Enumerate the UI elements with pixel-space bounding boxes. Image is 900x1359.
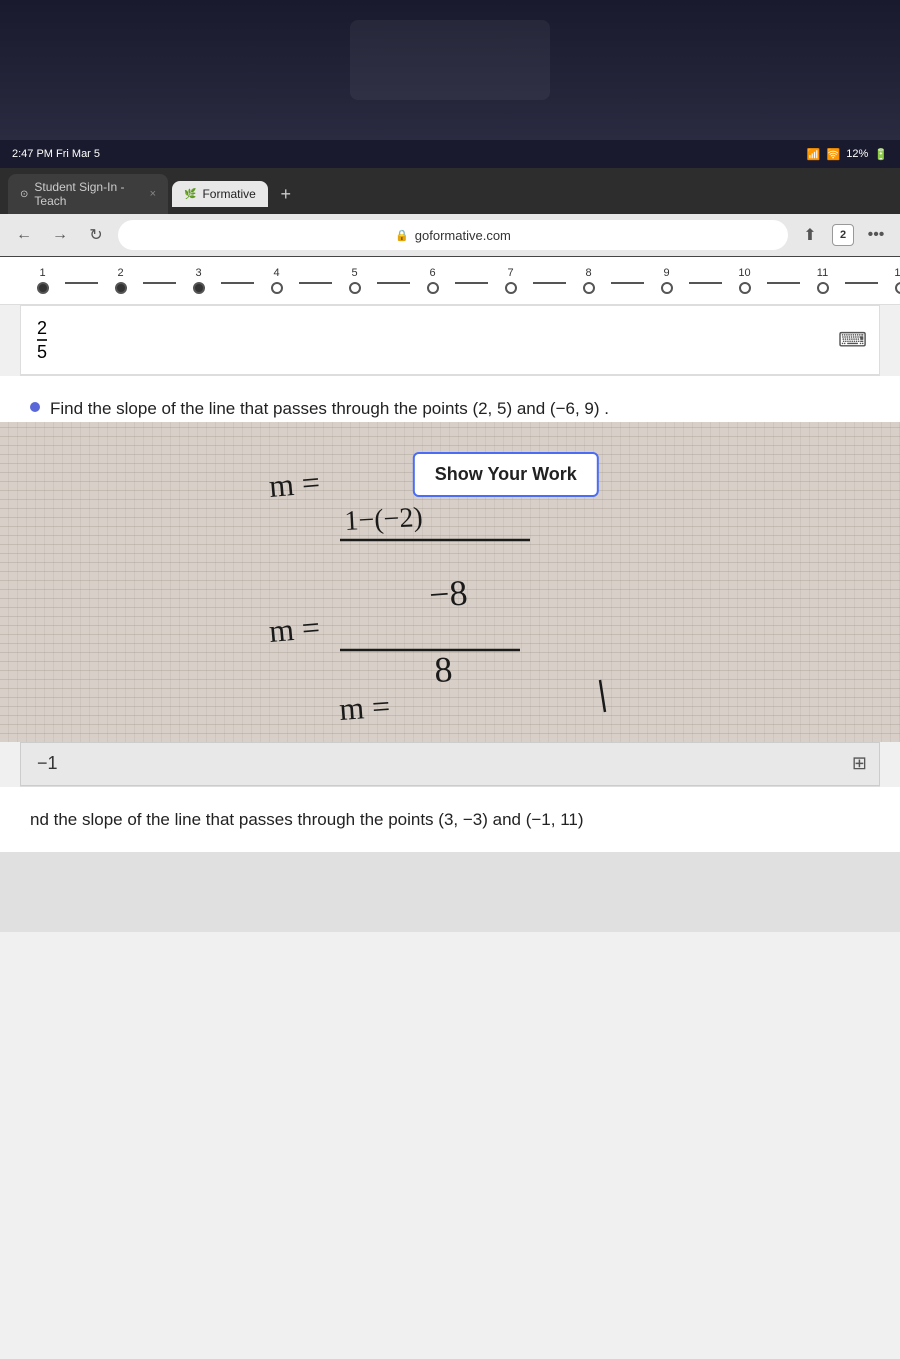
question-dot-3[interactable]: 3 — [176, 267, 221, 294]
tab1-label: Student Sign-In - Teach — [34, 180, 139, 208]
dot-num-1: 1 — [39, 267, 45, 279]
question-dot-10[interactable]: 10 — [722, 267, 767, 294]
battery-icon: 🔋 — [874, 148, 888, 161]
address-bar: ← → ↻ 🔒 goformative.com ⬆ 2 ••• — [0, 214, 900, 256]
battery-display: 12% — [846, 148, 868, 160]
dot-num-2: 2 — [117, 267, 123, 279]
question-dot-6[interactable]: 6 — [410, 267, 455, 294]
tab1-icon: ⊙ — [20, 189, 28, 200]
answer-value-1: −1 — [37, 753, 58, 774]
question-1-text: Find the slope of the line that passes t… — [50, 396, 609, 422]
question-dot-2[interactable]: 2 — [98, 267, 143, 294]
menu-button[interactable]: ••• — [862, 221, 890, 249]
answer-box-1[interactable]: −1 ⊞ — [20, 742, 880, 786]
question-1-bullet: Find the slope of the line that passes t… — [30, 396, 870, 422]
dot-line-2 — [221, 282, 254, 284]
dot-circle-7[interactable] — [505, 282, 517, 294]
question-dot-8[interactable]: 8 — [566, 267, 611, 294]
fraction-input-box[interactable]: 2 5 ⌨ — [20, 305, 880, 375]
dot-num-3: 3 — [195, 267, 201, 279]
status-bar: 2:47 PM Fri Mar 5 📶 🛜 12% 🔋 — [0, 140, 900, 168]
dot-num-8: 8 — [585, 267, 591, 279]
tab1-close[interactable]: × — [150, 188, 156, 200]
back-button[interactable]: ← — [10, 221, 38, 249]
dot-line-6 — [533, 282, 566, 284]
page-content: 12345678910111213141516 2 5 ⌨ Find the s… — [0, 257, 900, 1359]
dot-num-10: 10 — [738, 267, 750, 279]
dot-num-11: 11 — [817, 267, 828, 279]
dot-circle-1[interactable] — [37, 282, 49, 294]
tab-bar: ⊙ Student Sign-In - Teach × 🌿 Formative … — [0, 168, 900, 214]
dot-line-8 — [689, 282, 722, 284]
question-dot-11[interactable]: 11 — [800, 267, 845, 294]
tab2-label: Formative — [202, 187, 255, 201]
time-display: 2:47 PM Fri Mar 5 — [12, 148, 100, 160]
show-your-work-button[interactable]: Show Your Work — [413, 452, 599, 497]
dot-circle-12[interactable] — [895, 282, 900, 294]
forward-button[interactable]: → — [46, 221, 74, 249]
dot-num-12: 12 — [894, 267, 900, 279]
fraction-denominator: 5 — [37, 341, 47, 361]
dot-circle-3[interactable] — [193, 282, 205, 294]
device-frame-top — [0, 0, 900, 140]
question-navigator: 12345678910111213141516 — [0, 257, 900, 305]
url-text: goformative.com — [415, 228, 511, 243]
question-dots-container: 12345678910111213141516 — [20, 267, 900, 294]
question-dot-9[interactable]: 9 — [644, 267, 689, 294]
dot-circle-4[interactable] — [271, 282, 283, 294]
dot-line-7 — [611, 282, 644, 284]
dot-circle-8[interactable] — [583, 282, 595, 294]
dot-num-4: 4 — [273, 267, 279, 279]
question-2-section: nd the slope of the line that passes thr… — [0, 787, 900, 853]
tab-formative[interactable]: 🌿 Formative — [172, 181, 268, 207]
dot-line-1 — [143, 282, 176, 284]
question-dot-5[interactable]: 5 — [332, 267, 377, 294]
dot-circle-9[interactable] — [661, 282, 673, 294]
dot-circle-10[interactable] — [739, 282, 751, 294]
question-dot-7[interactable]: 7 — [488, 267, 533, 294]
signal-icon: 📶 — [807, 148, 821, 161]
url-bar[interactable]: 🔒 goformative.com — [118, 220, 788, 250]
question-2-text: nd the slope of the line that passes thr… — [30, 807, 870, 833]
dot-line-9 — [767, 282, 800, 284]
question-dot-12[interactable]: 12 — [878, 267, 900, 294]
fraction-numerator: 2 — [37, 319, 47, 341]
dot-circle-5[interactable] — [349, 282, 361, 294]
dot-circle-6[interactable] — [427, 282, 439, 294]
dot-num-7: 7 — [507, 267, 513, 279]
dot-line-0 — [65, 282, 98, 284]
reload-button[interactable]: ↻ — [82, 221, 110, 249]
question-dot-4[interactable]: 4 — [254, 267, 299, 294]
dot-circle-2[interactable] — [115, 282, 127, 294]
keyboard-icon[interactable]: ⌨ — [838, 328, 867, 353]
answer-keyboard-icon-1[interactable]: ⊞ — [852, 753, 867, 774]
question-bullet-dot — [30, 402, 40, 412]
dot-line-10 — [845, 282, 878, 284]
dot-line-4 — [377, 282, 410, 284]
new-tab-button[interactable]: + — [272, 180, 300, 208]
dot-num-5: 5 — [351, 267, 357, 279]
share-button[interactable]: ⬆ — [796, 221, 824, 249]
dot-num-9: 9 — [663, 267, 669, 279]
question-1-section: Find the slope of the line that passes t… — [0, 376, 900, 422]
fraction-display: 2 5 — [37, 319, 47, 361]
wifi-icon: 🛜 — [827, 148, 841, 161]
dot-circle-11[interactable] — [817, 282, 829, 294]
lock-icon: 🔒 — [395, 229, 409, 242]
dot-line-5 — [455, 282, 488, 284]
work-area[interactable]: Show Your Work m = 1−(−2) −8 m = 8 m = — [0, 422, 900, 742]
browser-chrome: ⊙ Student Sign-In - Teach × 🌿 Formative … — [0, 168, 900, 257]
tab2-icon: 🌿 — [184, 189, 196, 200]
question-dot-1[interactable]: 1 — [20, 267, 65, 294]
tab-student-signin[interactable]: ⊙ Student Sign-In - Teach × — [8, 174, 168, 214]
dot-line-3 — [299, 282, 332, 284]
tab-count-badge[interactable]: 2 — [832, 224, 854, 246]
next-answer-area[interactable] — [0, 852, 900, 932]
dot-num-6: 6 — [429, 267, 435, 279]
